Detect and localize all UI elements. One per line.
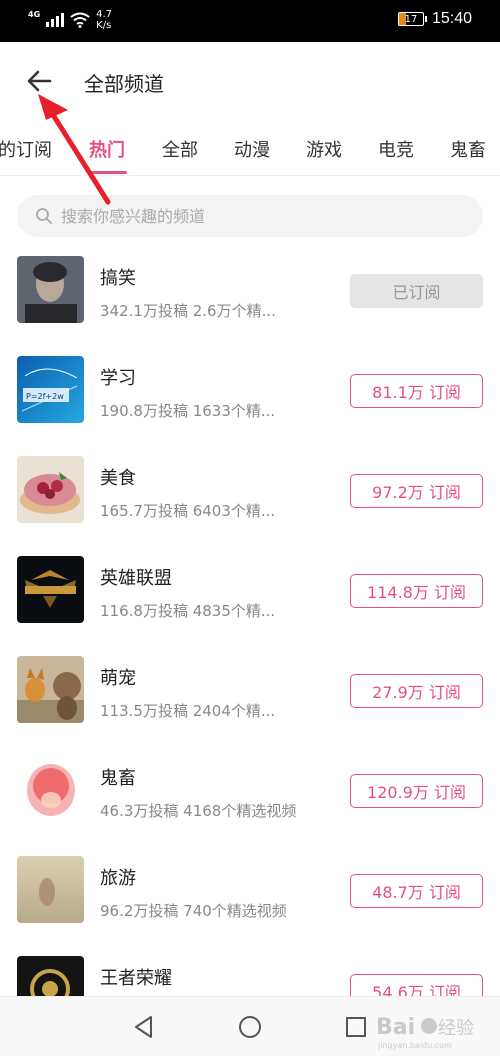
active-tab-indicator — [89, 171, 127, 174]
tab-anime[interactable]: 动漫 — [234, 136, 270, 162]
network-speed: 4.7 K/s — [96, 9, 113, 31]
search-icon — [36, 208, 52, 224]
subscribe-button[interactable]: 81.1万 订阅 — [350, 374, 483, 408]
channel-name: 王者荣耀 — [100, 968, 172, 989]
channel-thumbnail — [17, 456, 84, 523]
battery-icon: 17 — [397, 12, 427, 26]
list-item[interactable]: 鬼畜 46.3万投稿 4168个精选视频 120.9万 订阅 — [0, 752, 500, 852]
channel-name: 英雄联盟 — [100, 568, 172, 589]
list-item[interactable]: 搞笑 342.1万投稿 2.6万个精... 已订阅 — [0, 252, 500, 352]
status-left: 4G 4.7 K/s — [28, 9, 112, 31]
channel-stats: 116.8万投稿 4835个精... — [100, 602, 276, 620]
list-item[interactable]: 英雄联盟 116.8万投稿 4835个精... 114.8万 订阅 — [0, 552, 500, 652]
tab-subscribed[interactable]: 的订阅 — [0, 136, 52, 162]
subscribe-button[interactable]: 48.7万 订阅 — [350, 874, 483, 908]
channel-thumbnail — [17, 556, 84, 623]
channel-name: 学习 — [100, 368, 136, 389]
page-title: 全部频道 — [84, 72, 164, 96]
subscribe-button[interactable]: 120.9万 订阅 — [350, 774, 483, 808]
search-input[interactable] — [61, 195, 461, 237]
search-bar[interactable] — [17, 195, 483, 237]
baidu-watermark-logo: Bai 经验 jingyan.baidu.com — [376, 1015, 474, 1050]
channel-thumbnail — [17, 956, 84, 996]
tab-kichiku[interactable]: 鬼畜 — [450, 136, 486, 162]
channel-name: 搞笑 — [100, 268, 136, 289]
channel-thumbnail — [17, 656, 84, 723]
subscribe-button[interactable]: 27.9万 订阅 — [350, 674, 483, 708]
channel-list: 搞笑 342.1万投稿 2.6万个精... 已订阅 P=2f+2w 学习 190… — [0, 252, 500, 996]
triangle-back-icon[interactable] — [131, 1014, 157, 1040]
list-item[interactable]: 美食 165.7万投稿 6403个精... 97.2万 订阅 — [0, 452, 500, 552]
tab-all[interactable]: 全部 — [162, 136, 198, 162]
channel-thumbnail: P=2f+2w — [17, 356, 84, 423]
list-item[interactable]: 旅游 96.2万投稿 740个精选视频 48.7万 订阅 — [0, 852, 500, 952]
channel-stats: 165.7万投稿 6403个精... — [100, 502, 276, 520]
list-item[interactable]: P=2f+2w 学习 190.8万投稿 1633个精... 81.1万 订阅 — [0, 352, 500, 452]
thumb-formula: P=2f+2w — [26, 392, 64, 401]
square-recents-icon[interactable] — [343, 1014, 369, 1040]
channel-stats: 113.5万投稿 2404个精... — [100, 702, 276, 720]
channel-thumbnail — [17, 756, 84, 823]
subscribe-button[interactable]: 97.2万 订阅 — [350, 474, 483, 508]
status-right: 17 15:40 — [397, 10, 472, 28]
svg-text:Bai: Bai — [376, 1015, 415, 1040]
tab-hot[interactable]: 热门 — [89, 136, 125, 162]
signal-icon — [46, 13, 65, 27]
header: 全部频道 — [0, 42, 500, 120]
channel-name: 美食 — [100, 468, 136, 489]
channel-stats: 46.3万投稿 4168个精选视频 — [100, 802, 297, 820]
wifi-icon — [70, 12, 90, 28]
channel-name: 鬼畜 — [100, 768, 136, 789]
channel-thumbnail — [17, 856, 84, 923]
svg-text:jingyan.baidu.com: jingyan.baidu.com — [377, 1041, 452, 1050]
list-item[interactable]: 王者荣耀 54.6万 订阅 — [0, 952, 500, 996]
channel-stats: 190.8万投稿 1633个精... — [100, 402, 276, 420]
circle-home-icon[interactable] — [237, 1014, 263, 1040]
subscribed-button[interactable]: 已订阅 — [350, 274, 483, 308]
clock: 15:40 — [431, 10, 472, 27]
channel-tabs: 的订阅 热门 全部 动漫 游戏 电竞 鬼畜 — [0, 120, 500, 176]
tab-esports[interactable]: 电竞 — [378, 136, 414, 162]
channel-name: 萌宠 — [100, 668, 136, 689]
channel-thumbnail — [17, 256, 84, 323]
status-bar: 4G 4.7 K/s 17 15:40 — [0, 0, 500, 42]
network-type: 4G — [28, 9, 41, 19]
subscribe-button[interactable]: 54.6万 订阅 — [350, 974, 483, 996]
tab-games[interactable]: 游戏 — [306, 136, 342, 162]
svg-text:经验: 经验 — [438, 1018, 474, 1039]
channel-stats: 342.1万投稿 2.6万个精... — [100, 302, 276, 320]
arrow-left-icon[interactable] — [22, 64, 56, 98]
channel-name: 旅游 — [100, 868, 136, 889]
subscribe-button[interactable]: 114.8万 订阅 — [350, 574, 483, 608]
list-item[interactable]: 萌宠 113.5万投稿 2404个精... 27.9万 订阅 — [0, 652, 500, 752]
channel-stats: 96.2万投稿 740个精选视频 — [100, 902, 287, 920]
